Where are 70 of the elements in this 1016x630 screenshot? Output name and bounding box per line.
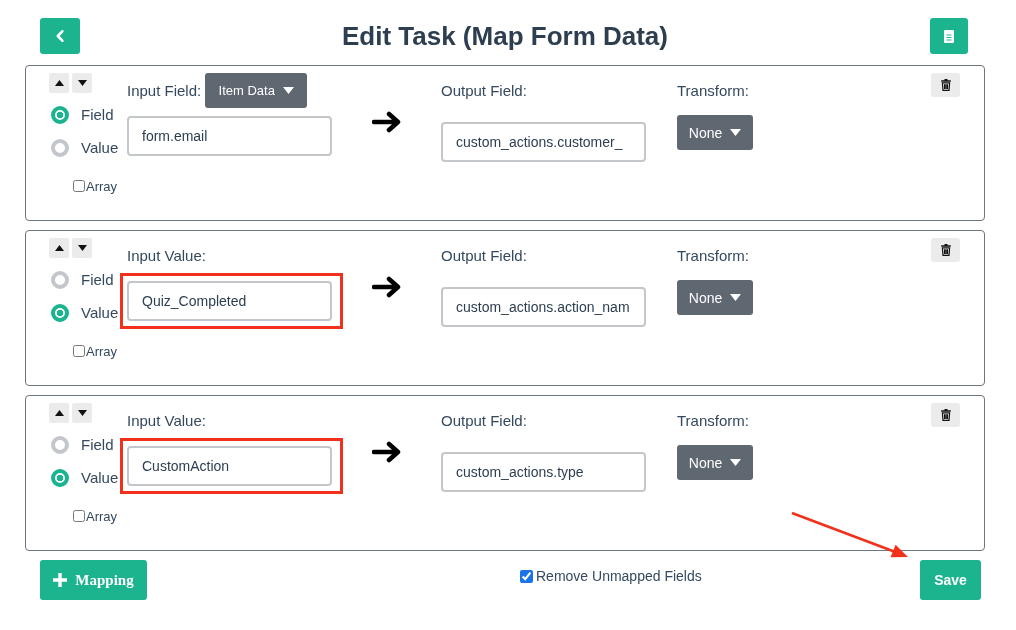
transform-dropdown[interactable]: None (677, 445, 753, 480)
move-down-button[interactable] (72, 73, 92, 93)
triangle-down-icon (77, 80, 87, 86)
checkbox-label[interactable]: Array (86, 178, 118, 194)
input-field[interactable]: CustomAction (127, 446, 332, 486)
radio-button[interactable] (51, 138, 69, 157)
input-field[interactable]: form.email (127, 116, 332, 156)
input-label: Input Value: (127, 247, 206, 264)
array-checkbox[interactable] (73, 345, 85, 357)
transform-label: Transform: (677, 412, 749, 429)
radio-label[interactable]: Value (81, 304, 119, 321)
document-button[interactable] (930, 18, 968, 54)
input-label: Input Value: (127, 412, 206, 429)
right-arrow-icon (372, 441, 402, 463)
document-icon (944, 29, 954, 43)
radio-label[interactable]: Value (81, 139, 119, 156)
transform-label: Transform: (677, 247, 749, 264)
chevron-left-icon (56, 30, 64, 42)
transform-label: Transform: (677, 82, 749, 99)
move-up-button[interactable] (49, 403, 69, 423)
input-type-dropdown[interactable]: Item Data (205, 73, 308, 108)
trash-icon (940, 244, 951, 256)
right-arrow-icon (372, 276, 402, 298)
triangle-down-icon (77, 245, 87, 251)
move-up-button[interactable] (49, 73, 69, 93)
output-field[interactable]: custom_actions.type (441, 452, 646, 492)
output-field[interactable]: custom_actions.action_nam (441, 287, 646, 327)
move-down-button[interactable] (72, 403, 92, 423)
input-field[interactable]: Quiz_Completed (127, 281, 332, 321)
caret-down-icon (730, 294, 742, 301)
caret-down-icon (730, 459, 742, 466)
triangle-up-icon (54, 410, 64, 416)
output-label: Output Field: (441, 247, 527, 264)
triangle-up-icon (54, 80, 64, 86)
triangle-down-icon (77, 410, 87, 416)
radio-label[interactable]: Field (81, 436, 114, 453)
checkbox-label[interactable]: Remove Unmapped Fields (536, 568, 702, 584)
caret-down-icon (282, 87, 294, 94)
output-label: Output Field: (441, 82, 527, 99)
checkbox-label[interactable]: Array (86, 508, 118, 524)
trash-icon (940, 79, 951, 91)
array-checkbox[interactable] (73, 180, 85, 192)
checkbox-label[interactable]: Array (86, 343, 118, 359)
radio-button[interactable] (51, 435, 69, 454)
transform-dropdown[interactable]: None (677, 280, 753, 315)
input-label: Input Field: (127, 82, 202, 99)
radio-button[interactable] (51, 468, 69, 487)
right-arrow-icon (372, 111, 402, 133)
radio-label[interactable]: Field (81, 106, 114, 123)
trash-icon (940, 409, 951, 421)
triangle-up-icon (54, 245, 64, 251)
output-label: Output Field: (441, 412, 527, 429)
back-button[interactable] (40, 18, 80, 54)
output-field[interactable]: custom_actions.customer_ (441, 122, 646, 162)
move-down-button[interactable] (72, 238, 92, 258)
radio-label[interactable]: Value (81, 469, 119, 486)
array-checkbox[interactable] (73, 510, 85, 522)
radio-label[interactable]: Field (81, 271, 114, 288)
remove-unmapped-checkbox[interactable] (520, 569, 533, 583)
radio-button[interactable] (51, 270, 69, 289)
radio-button[interactable] (51, 303, 69, 322)
move-up-button[interactable] (49, 238, 69, 258)
plus-icon (53, 573, 68, 587)
radio-button[interactable] (51, 105, 69, 124)
transform-dropdown[interactable]: None (677, 115, 753, 150)
delete-button[interactable] (931, 73, 960, 97)
caret-down-icon (730, 129, 742, 136)
delete-button[interactable] (931, 403, 960, 427)
page-title: Edit Task (Map Form Data) (341, 20, 669, 53)
delete-button[interactable] (931, 238, 960, 262)
